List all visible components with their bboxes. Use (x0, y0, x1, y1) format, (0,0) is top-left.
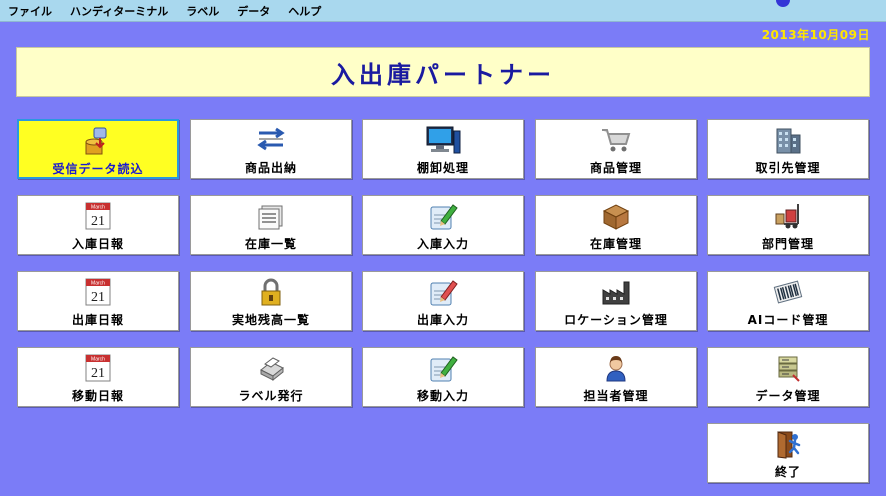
menu-label[interactable]: ラベル (186, 3, 219, 19)
tile-label: 部門管理 (761, 237, 814, 251)
edit-pencil-icon (425, 276, 461, 308)
movement-entry-button[interactable]: 移動入力 (362, 347, 524, 407)
tile-label: 棚卸処理 (416, 161, 469, 175)
exit-button[interactable]: 終了 (707, 423, 869, 483)
shipping-daily-report-button[interactable]: March 21 出庫日報 (17, 271, 179, 331)
indicator-dot-icon (776, 0, 790, 7)
client-management-button[interactable]: 取引先管理 (707, 119, 869, 179)
edit-pencil-icon (425, 352, 461, 384)
tile-label: ロケーション管理 (564, 313, 668, 327)
computer-icon (425, 124, 461, 156)
shopping-cart-icon (598, 124, 634, 156)
movement-daily-report-button[interactable]: March 21 移動日報 (17, 347, 179, 407)
tile-label: 商品管理 (589, 161, 642, 175)
receive-data-button[interactable]: 受信データ読込 (17, 119, 179, 179)
tile-label: データ管理 (755, 389, 821, 403)
lock-icon (253, 276, 289, 308)
edit-pencil-icon (425, 200, 461, 232)
database-icon (770, 352, 806, 384)
calendar-day: 21 (91, 290, 105, 305)
stock-list-button[interactable]: 在庫一覧 (190, 195, 352, 255)
menu-handy-terminal[interactable]: ハンディターミナル (70, 3, 168, 19)
page-title: 入出庫パートナー (331, 60, 555, 89)
tile-label: ラベル発行 (238, 389, 304, 403)
location-management-button[interactable]: ロケーション管理 (535, 271, 697, 331)
product-management-button[interactable]: 商品管理 (535, 119, 697, 179)
label-issue-button[interactable]: ラベル発行 (190, 347, 352, 407)
inventory-count-button[interactable]: 棚卸処理 (362, 119, 524, 179)
download-data-icon (80, 125, 116, 157)
calendar-day: 21 (91, 214, 105, 229)
calendar-icon: March 21 (80, 200, 116, 232)
tile-label: 受信データ読込 (52, 162, 144, 176)
box-icon (598, 200, 634, 232)
tile-label: 移動日報 (71, 389, 124, 403)
stock-management-button[interactable]: 在庫管理 (535, 195, 697, 255)
transfer-arrows-icon (253, 124, 289, 156)
forklift-icon (770, 200, 806, 232)
calendar-icon: March 21 (80, 276, 116, 308)
physical-balance-list-button[interactable]: 実地残高一覧 (190, 271, 352, 331)
ai-code-management-button[interactable]: AIコード管理 (707, 271, 869, 331)
product-transfer-button[interactable]: 商品出納 (190, 119, 352, 179)
building-icon (770, 124, 806, 156)
printer-icon (253, 352, 289, 384)
title-banner: 入出庫パートナー (16, 47, 870, 97)
tile-label: 在庫管理 (589, 237, 642, 251)
current-date: 2013年10月09日 (761, 28, 870, 42)
calendar-day: 21 (91, 366, 105, 381)
menu-data[interactable]: データ (237, 3, 270, 19)
tile-label: 出庫日報 (71, 313, 124, 327)
department-management-button[interactable]: 部門管理 (707, 195, 869, 255)
barcode-icon (770, 276, 806, 308)
calendar-icon: March 21 (80, 352, 116, 384)
staff-management-button[interactable]: 担当者管理 (535, 347, 697, 407)
tile-label: 商品出納 (244, 161, 297, 175)
receiving-entry-button[interactable]: 入庫入力 (362, 195, 524, 255)
menu-bar: ファイル ハンディターミナル ラベル データ ヘルプ (0, 0, 886, 22)
receiving-daily-report-button[interactable]: March 21 入庫日報 (17, 195, 179, 255)
tile-label: 在庫一覧 (244, 237, 297, 251)
menu-file[interactable]: ファイル (8, 3, 52, 19)
tile-label: 担当者管理 (583, 389, 649, 403)
tile-label: 取引先管理 (755, 161, 821, 175)
tile-label: 終了 (774, 465, 801, 479)
menu-help[interactable]: ヘルプ (288, 3, 321, 19)
tile-label: 移動入力 (416, 389, 469, 403)
calendar-month: March (91, 281, 105, 287)
tile-label: 入庫日報 (71, 237, 124, 251)
tile-label: 実地残高一覧 (231, 313, 310, 327)
menu-grid: 受信データ読込 商品出納 棚卸処理 商品管理 取引先管理 March 21 入庫日… (17, 119, 869, 484)
tile-label: AIコード管理 (747, 313, 829, 327)
person-icon (598, 352, 634, 384)
tile-label: 入庫入力 (416, 237, 469, 251)
data-management-button[interactable]: データ管理 (707, 347, 869, 407)
exit-door-icon (770, 428, 806, 460)
document-list-icon (253, 200, 289, 232)
tile-label: 出庫入力 (416, 313, 469, 327)
calendar-month: March (91, 357, 105, 363)
shipping-entry-button[interactable]: 出庫入力 (362, 271, 524, 331)
factory-icon (598, 276, 634, 308)
calendar-month: March (91, 205, 105, 211)
